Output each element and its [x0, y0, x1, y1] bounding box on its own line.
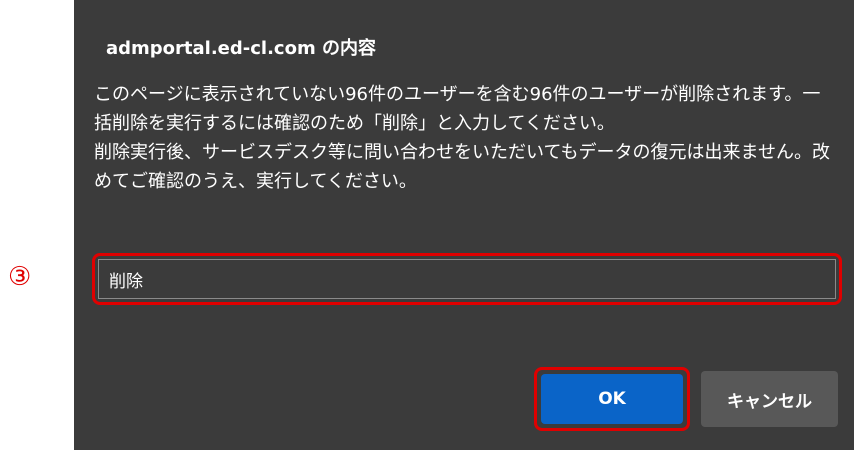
confirm-input-highlight: [92, 253, 842, 305]
dialog-message-paragraph-1: このページに表示されていない96件のユーザーを含む96件のユーザーが削除されます…: [94, 84, 821, 134]
dialog-title: admportal.ed-cl.com の内容: [106, 38, 376, 59]
step-3-marker: ③: [8, 262, 32, 292]
confirm-dialog: admportal.ed-cl.com の内容 このページに表示されていない96…: [74, 0, 854, 450]
ok-button-highlight: OK: [534, 367, 690, 431]
screenshot-page: ③ admportal.ed-cl.com の内容 このページに表示されていない…: [0, 0, 854, 450]
dialog-message: このページに表示されていない96件のユーザーを含む96件のユーザーが削除されます…: [94, 80, 834, 196]
cancel-button[interactable]: キャンセル: [701, 371, 838, 427]
confirm-input[interactable]: [98, 259, 836, 299]
ok-button[interactable]: OK: [541, 374, 683, 424]
dialog-message-paragraph-2: 削除実行後、サービスデスク等に問い合わせをいただいてもデータの復元は出来ません。…: [94, 142, 831, 192]
